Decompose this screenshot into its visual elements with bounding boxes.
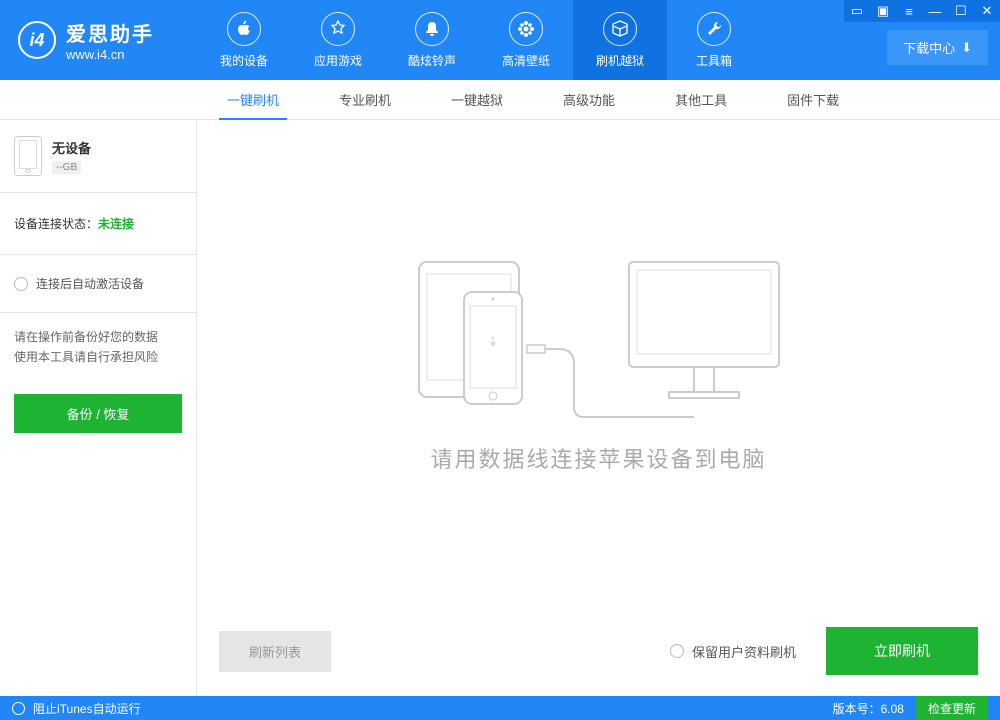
device-info: 无设备 --GB [0, 120, 196, 193]
app-title: 爱思助手 [66, 18, 154, 47]
nav-label: 酷炫铃声 [408, 52, 456, 69]
status-label: 设备连接状态： [14, 217, 98, 231]
apple-icon [227, 12, 261, 46]
skin-icon[interactable]: ▣ [870, 0, 896, 22]
connection-status: 设备连接状态：未连接 [0, 193, 196, 255]
subnav-item-0[interactable]: 一键刷机 [197, 80, 309, 119]
nav-item-appstore[interactable]: 应用游戏 [291, 0, 385, 80]
footer: 阻止iTunes自动运行 版本号：6.08 检查更新 [0, 696, 1000, 720]
flash-now-button[interactable]: 立即刷机 [826, 627, 978, 675]
nav-item-apple[interactable]: 我的设备 [197, 0, 291, 80]
subnav-item-4[interactable]: 其他工具 [645, 80, 757, 119]
sidebar: 无设备 --GB 设备连接状态：未连接 连接后自动激活设备 请在操作前备份好您的… [0, 120, 197, 696]
window-controls: ▭ ▣ ≡ — ☐ ✕ [844, 0, 1000, 22]
device-name: 无设备 [52, 138, 91, 157]
radio-icon [670, 644, 684, 658]
logo-icon: i4 [18, 21, 56, 59]
connect-illustration: 请用数据线连接苹果设备到电脑 [197, 120, 1000, 606]
block-itunes-label: 阻止iTunes自动运行 [33, 700, 141, 717]
nav-item-box[interactable]: 刷机越狱 [573, 0, 667, 80]
box-icon [603, 12, 637, 46]
feedback-icon[interactable]: ▭ [844, 0, 870, 22]
flower-icon [509, 12, 543, 46]
version-info: 版本号：6.08 [821, 700, 916, 717]
block-itunes-option[interactable]: 阻止iTunes自动运行 [12, 700, 141, 717]
main-content: 请用数据线连接苹果设备到电脑 刷新列表 保留用户资料刷机 立即刷机 [197, 120, 1000, 696]
bell-icon [415, 12, 449, 46]
devices-svg [399, 252, 799, 422]
wrench-icon [697, 12, 731, 46]
main-nav: 我的设备 应用游戏 酷炫铃声 高清壁纸 刷机越狱 工具箱 [197, 0, 761, 80]
download-icon: ⬇ [961, 40, 972, 56]
subnav-item-1[interactable]: 专业刷机 [309, 80, 421, 119]
radio-icon [12, 702, 25, 715]
subnav-item-5[interactable]: 固件下载 [757, 80, 869, 119]
maximize-icon[interactable]: ☐ [948, 0, 974, 22]
download-center-label: 下载中心 [903, 38, 955, 57]
auto-activate-label: 连接后自动激活设备 [36, 275, 144, 292]
warning-line1: 请在操作前备份好您的数据 [14, 327, 182, 347]
nav-label: 高清壁纸 [502, 52, 550, 69]
phone-icon [14, 136, 42, 176]
subnav-item-3[interactable]: 高级功能 [533, 80, 645, 119]
status-value: 未连接 [98, 217, 134, 231]
nav-label: 应用游戏 [314, 52, 362, 69]
keep-user-data-option[interactable]: 保留用户资料刷机 [670, 642, 796, 661]
keep-data-label: 保留用户资料刷机 [692, 642, 796, 661]
nav-label: 我的设备 [220, 52, 268, 69]
logo-area: i4 爱思助手 www.i4.cn [0, 18, 197, 62]
nav-item-flower[interactable]: 高清壁纸 [479, 0, 573, 80]
app-url: www.i4.cn [66, 47, 154, 62]
nav-label: 工具箱 [696, 52, 732, 69]
auto-activate-option[interactable]: 连接后自动激活设备 [0, 255, 196, 313]
header: i4 爱思助手 www.i4.cn 我的设备 应用游戏 酷炫铃声 高清壁纸 刷机越狱 工具… [0, 0, 1000, 80]
warning-text: 请在操作前备份好您的数据 使用本工具请自行承担风险 [0, 313, 196, 382]
close-icon[interactable]: ✕ [974, 0, 1000, 22]
radio-icon [14, 277, 28, 291]
menu-icon[interactable]: ≡ [896, 0, 922, 22]
refresh-list-button[interactable]: 刷新列表 [219, 631, 331, 672]
minimize-icon[interactable]: — [922, 0, 948, 22]
nav-label: 刷机越狱 [596, 52, 644, 69]
bottom-bar: 刷新列表 保留用户资料刷机 立即刷机 [197, 606, 1000, 696]
connect-prompt: 请用数据线连接苹果设备到电脑 [430, 442, 766, 474]
backup-restore-button[interactable]: 备份 / 恢复 [14, 394, 182, 433]
nav-item-wrench[interactable]: 工具箱 [667, 0, 761, 80]
sub-nav: 一键刷机专业刷机一键越狱高级功能其他工具固件下载 [0, 80, 1000, 120]
nav-item-bell[interactable]: 酷炫铃声 [385, 0, 479, 80]
check-update-button[interactable]: 检查更新 [916, 696, 988, 720]
appstore-icon [321, 12, 355, 46]
device-size: --GB [52, 161, 81, 174]
download-center-button[interactable]: 下载中心 ⬇ [887, 30, 988, 65]
warning-line2: 使用本工具请自行承担风险 [14, 347, 182, 367]
subnav-item-2[interactable]: 一键越狱 [421, 80, 533, 119]
